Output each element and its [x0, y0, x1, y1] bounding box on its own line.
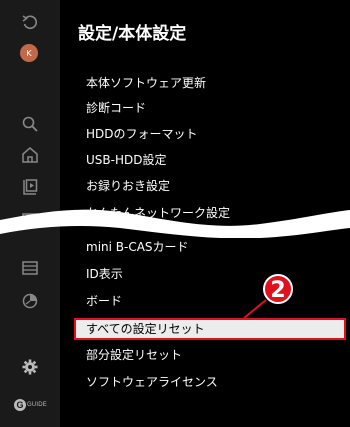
home-icon[interactable]	[19, 144, 41, 166]
menu-item-label: HDDのフォーマット	[86, 127, 198, 141]
page-title: 設定/本体設定	[78, 24, 187, 44]
menu-item-recording-reserve[interactable]: お録りおき設定	[86, 176, 344, 196]
menu-item-label: 部分設定リセット	[86, 348, 183, 362]
guide-logo: G GUIDE	[14, 398, 50, 412]
logo-letter: G	[14, 399, 26, 411]
avatar[interactable]: K	[20, 44, 38, 62]
menu-item-label: ID表示	[86, 267, 123, 281]
search-icon[interactable]	[19, 113, 41, 135]
menu-item-label: mini B-CASカード	[86, 240, 189, 254]
menu-item-label: お録りおき設定	[86, 179, 171, 193]
menu-item-bcas-card[interactable]: mini B-CASカード	[86, 237, 344, 257]
back-icon[interactable]	[19, 12, 41, 34]
menu-item-software-update[interactable]: 本体ソフトウェア更新	[86, 73, 344, 93]
list-icon[interactable]	[19, 257, 41, 279]
video-icon[interactable]	[19, 176, 41, 198]
menu-item-label: 本体ソフトウェア更新	[86, 76, 207, 90]
menu-item-label: 診断コード	[86, 101, 147, 115]
menu-item-software-license[interactable]: ソフトウェアライセンス	[86, 372, 344, 392]
menu-item-label: すべての設定リセット	[86, 322, 205, 336]
menu-item-reset-all[interactable]: すべての設定リセット	[74, 318, 346, 340]
menu-item-usb-hdd[interactable]: USB-HDD設定	[86, 150, 344, 170]
callout-number-badge: 2	[263, 274, 293, 304]
clock-icon[interactable]	[19, 290, 41, 312]
menu-item-hdd-format[interactable]: HDDのフォーマット	[86, 124, 344, 144]
menu-item-id-display[interactable]: ID表示	[86, 264, 344, 284]
menu-item-partial-reset[interactable]: 部分設定リセット	[86, 345, 344, 365]
gear-icon[interactable]	[19, 356, 41, 378]
menu-item-label: ソフトウェアライセンス	[86, 375, 218, 389]
menu-item-label: ボード	[86, 294, 123, 308]
avatar-initial: K	[26, 48, 32, 58]
menu-item-diagnostic-code[interactable]: 診断コード	[86, 98, 344, 118]
torn-break-divider	[0, 209, 350, 238]
menu-item-board[interactable]: ボード	[86, 291, 344, 311]
menu-item-label: USB-HDD設定	[86, 153, 167, 167]
logo-text: GUIDE	[27, 402, 48, 408]
